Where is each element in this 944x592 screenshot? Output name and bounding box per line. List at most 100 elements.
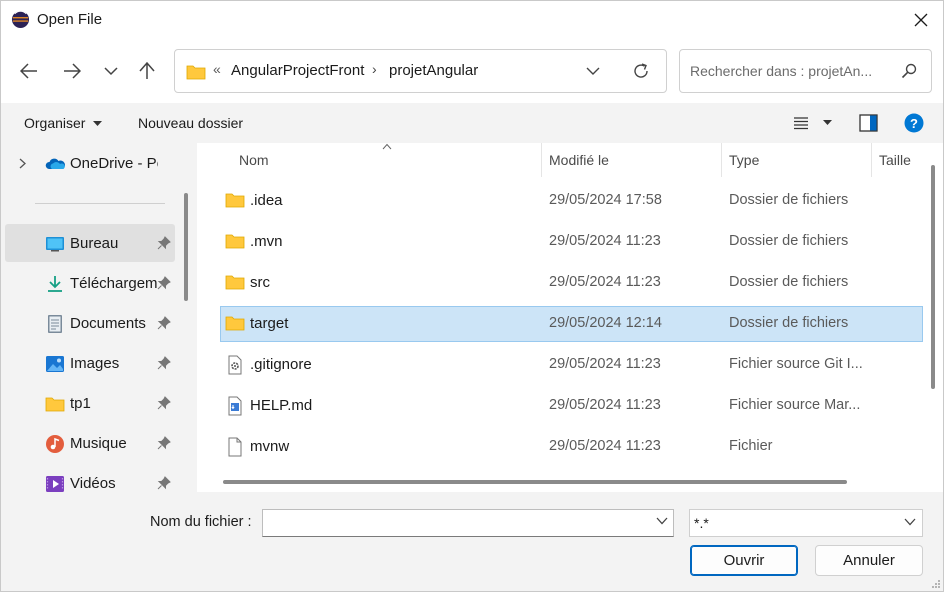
forward-button[interactable]: [58, 57, 86, 85]
download-icon: [48, 276, 62, 292]
file-modified: 29/05/2024 11:23: [549, 438, 661, 454]
file-row-idea[interactable]: .idea 29/05/2024 17:58 Dossier de fichie…: [220, 183, 923, 219]
column-header-type[interactable]: Type: [722, 143, 872, 177]
column-header-name[interactable]: Nom: [197, 143, 542, 177]
sidebar-item-label: Images: [70, 355, 120, 372]
file-modified: 29/05/2024 11:23: [549, 356, 661, 372]
sort-ascending-icon: [382, 143, 392, 150]
recent-locations-button[interactable]: [97, 57, 125, 85]
sidebar-item-videos[interactable]: Vidéos: [5, 464, 175, 492]
file-type: Fichier source Mar...: [729, 397, 861, 413]
sidebar-item-tp1[interactable]: tp1: [5, 384, 175, 422]
title-bar: Open File: [1, 1, 943, 39]
file-row-target[interactable]: target 29/05/2024 12:14 Dossier de fichi…: [220, 306, 923, 342]
pin-icon: [157, 276, 171, 290]
list-view-icon[interactable]: [793, 116, 809, 130]
close-icon: [914, 13, 928, 27]
arrow-left-icon: [20, 63, 37, 79]
open-button[interactable]: Ouvrir: [690, 545, 798, 576]
sidebar-item-onedrive[interactable]: OneDrive - Perso: [5, 144, 175, 182]
open-file-dialog: Open File « AngularProjectFront › projet…: [0, 0, 944, 592]
file-modified: 29/05/2024 11:23: [549, 233, 661, 249]
file-modified: 29/05/2024 11:23: [549, 274, 661, 290]
sidebar-divider: [35, 203, 165, 204]
file-row-src[interactable]: src 29/05/2024 11:23 Dossier de fichiers: [220, 265, 923, 301]
sidebar-item-label: Musique: [70, 435, 127, 452]
chevron-down-icon[interactable]: [656, 517, 668, 525]
refresh-icon[interactable]: [631, 61, 651, 81]
vertical-scrollbar[interactable]: [931, 165, 935, 389]
breadcrumb-overflow[interactable]: «: [213, 61, 221, 77]
sidebar-item-downloads[interactable]: Téléchargements: [5, 264, 175, 302]
file-name: src: [250, 274, 270, 291]
chevron-right-icon[interactable]: [19, 158, 26, 169]
chevron-down-icon[interactable]: [585, 63, 601, 79]
desktop-icon: [46, 237, 64, 252]
documents-icon: [48, 315, 62, 333]
column-header-label: Nom: [239, 152, 269, 168]
filename-input[interactable]: [262, 509, 674, 537]
organize-label: Organiser: [24, 115, 86, 131]
file-row-help-md[interactable]: HELP.md 29/05/2024 11:23 Fichier source …: [220, 388, 923, 424]
sidebar-item-images[interactable]: Images: [5, 344, 175, 382]
dialog-footer: Nom du fichier : *.* Ouvrir Annuler: [1, 492, 943, 591]
new-folder-button[interactable]: Nouveau dossier: [138, 115, 243, 131]
caret-down-icon[interactable]: [823, 120, 832, 126]
breadcrumb-item[interactable]: AngularProjectFront: [231, 62, 364, 79]
folder-icon: [225, 316, 245, 331]
eclipse-icon: [11, 10, 30, 29]
file-type: Dossier de fichiers: [729, 192, 849, 208]
file-list: Nom Modifié le Type Taille .idea 29/05/2…: [197, 143, 943, 492]
back-button[interactable]: [15, 57, 43, 85]
file-type: Dossier de fichiers: [729, 315, 849, 331]
address-bar[interactable]: « AngularProjectFront › projetAngular: [174, 49, 667, 93]
filter-value: *.*: [694, 515, 709, 531]
gear-file-icon: [228, 355, 242, 375]
file-type: Fichier source Git I...: [729, 356, 863, 372]
file-row-mvn[interactable]: .mvn 29/05/2024 11:23 Dossier de fichier…: [220, 224, 923, 260]
folder-icon: [225, 234, 245, 249]
file-name: .idea: [250, 192, 283, 209]
organize-button[interactable]: Organiser: [24, 115, 103, 131]
file-type-filter[interactable]: *.*: [689, 509, 923, 537]
file-type: Dossier de fichiers: [729, 274, 849, 290]
pin-icon: [157, 316, 171, 330]
file-type: Dossier de fichiers: [729, 233, 849, 249]
help-icon[interactable]: ?: [904, 113, 924, 133]
file-row-gitignore[interactable]: .gitignore 29/05/2024 11:23 Fichier sour…: [220, 347, 923, 383]
search-input[interactable]: Rechercher dans : projetAn...: [679, 49, 932, 93]
file-type: Fichier: [729, 438, 773, 454]
pin-icon: [157, 356, 171, 370]
folder-icon: [45, 397, 65, 412]
navigation-pane: OneDrive - Perso Bureau Téléchargements: [1, 143, 191, 492]
breadcrumb-separator: ›: [372, 61, 377, 77]
sidebar-item-bureau[interactable]: Bureau: [5, 224, 175, 262]
sidebar-item-documents[interactable]: Documents: [5, 304, 175, 342]
cancel-button[interactable]: Annuler: [815, 545, 923, 576]
breadcrumb-item[interactable]: projetAngular: [389, 62, 478, 79]
horizontal-scrollbar[interactable]: [223, 480, 847, 484]
navigation-bar: « AngularProjectFront › projetAngular Re…: [1, 39, 943, 103]
sidebar-item-music[interactable]: Musique: [5, 424, 175, 462]
arrow-right-icon: [64, 63, 81, 79]
sidebar-item-label: OneDrive - Perso: [70, 155, 158, 172]
file-name: HELP.md: [250, 397, 313, 414]
preview-pane-icon[interactable]: [859, 114, 878, 132]
sidebar-item-label: Téléchargements: [70, 275, 158, 292]
svg-text:?: ?: [910, 116, 918, 131]
file-row-mvnw[interactable]: mvnw 29/05/2024 11:23 Fichier: [220, 429, 923, 465]
file-name: .mvn: [250, 233, 283, 250]
sidebar-item-label: Vidéos: [70, 475, 116, 492]
up-button[interactable]: [133, 57, 161, 85]
pin-icon: [157, 436, 171, 450]
pin-icon: [157, 236, 171, 250]
folder-icon: [225, 275, 245, 290]
file-modified: 29/05/2024 12:14: [549, 315, 662, 331]
sidebar-scrollbar[interactable]: [184, 193, 188, 301]
resize-grip-icon[interactable]: [931, 579, 941, 589]
file-name: .gitignore: [250, 356, 312, 373]
close-button[interactable]: [899, 1, 943, 39]
folder-icon: [225, 193, 245, 208]
window-title: Open File: [37, 11, 103, 28]
column-header-modified[interactable]: Modifié le: [542, 143, 722, 177]
